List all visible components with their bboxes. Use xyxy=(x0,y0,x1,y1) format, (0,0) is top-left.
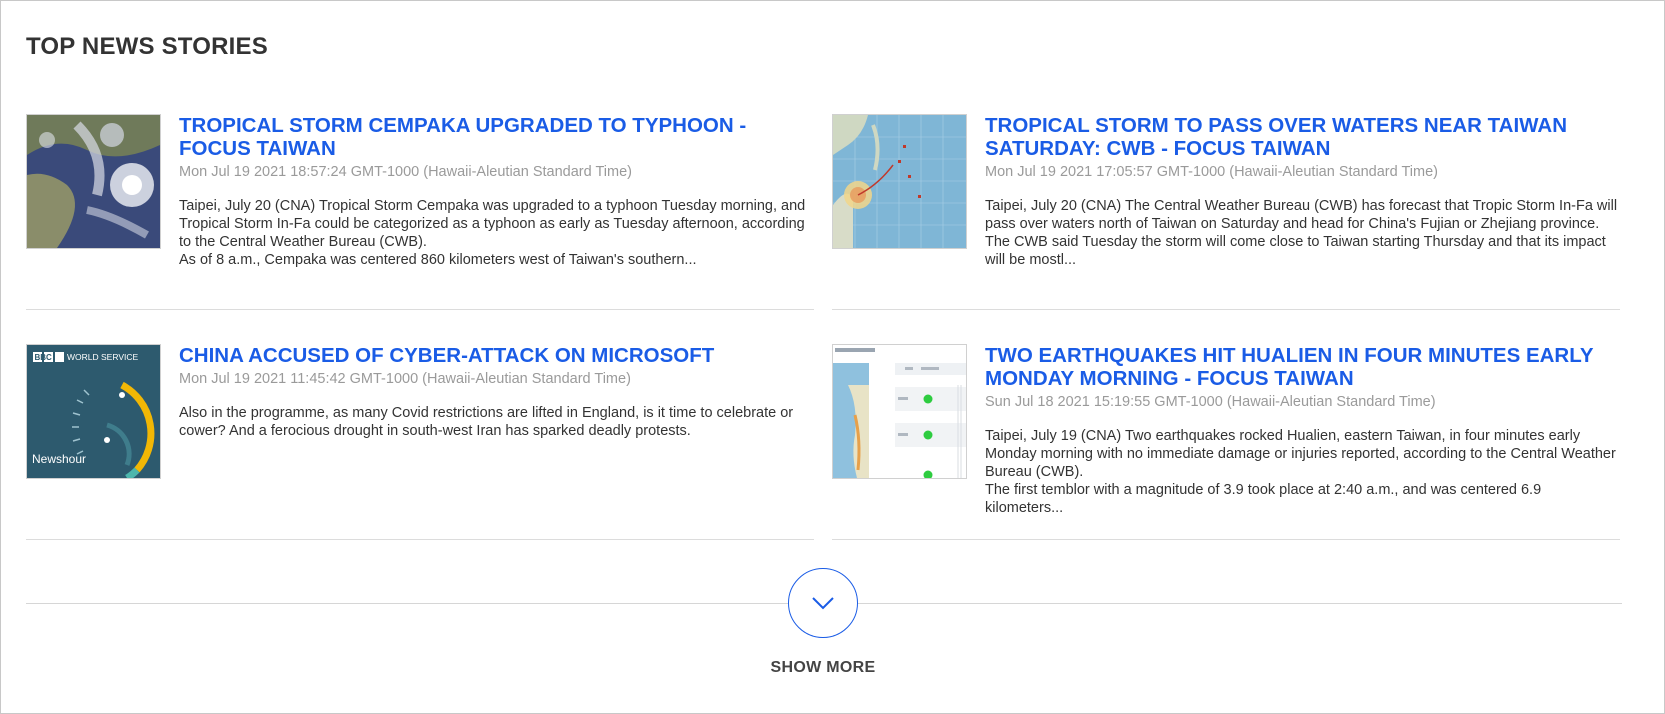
story-date: Sun Jul 18 2021 15:19:55 GMT-1000 (Hawai… xyxy=(985,394,1436,410)
story-card: TROPICAL STORM CEMPAKA UPGRADED TO TYPHO… xyxy=(26,114,814,310)
story-thumbnail-earthquake[interactable] xyxy=(832,344,967,479)
story-card: TWO EARTHQUAKES HIT HUALIEN IN FOUR MINU… xyxy=(832,344,1620,540)
newshour-text: Newshour xyxy=(32,452,86,466)
story-summary: Also in the programme, as many Covid res… xyxy=(179,405,794,439)
story-thumbnail-map[interactable] xyxy=(832,114,967,249)
story-summary: Taipei, July 20 (CNA) Tropical Storm Cem… xyxy=(179,198,806,268)
story-date: Mon Jul 19 2021 18:57:24 GMT-1000 (Hawai… xyxy=(179,164,632,180)
story-title-link[interactable]: TROPICAL STORM CEMPAKA UPGRADED TO TYPHO… xyxy=(179,114,814,160)
story-title-link[interactable]: CHINA ACCUSED OF CYBER-ATTACK ON MICROSO… xyxy=(179,344,814,367)
story-title-link[interactable]: TWO EARTHQUAKES HIT HUALIEN IN FOUR MINU… xyxy=(985,344,1620,390)
show-more-button[interactable] xyxy=(788,568,858,638)
section-title: TOP NEWS STORIES xyxy=(26,33,268,60)
story-body: TWO EARTHQUAKES HIT HUALIEN IN FOUR MINU… xyxy=(985,344,1620,517)
story-body: TROPICAL STORM CEMPAKA UPGRADED TO TYPHO… xyxy=(179,114,814,269)
story-thumbnail-satellite[interactable] xyxy=(26,114,161,249)
story-title-link[interactable]: TROPICAL STORM TO PASS OVER WATERS NEAR … xyxy=(985,114,1620,160)
satellite-image-icon xyxy=(27,115,160,248)
storm-map-icon xyxy=(833,115,966,248)
story-body: TROPICAL STORM TO PASS OVER WATERS NEAR … xyxy=(985,114,1620,269)
bbc-newshour-logo-icon: BBC WORLD SERVICE Newshour xyxy=(27,345,160,478)
show-more-label[interactable]: SHOW MORE xyxy=(723,659,923,677)
story-card: TROPICAL STORM TO PASS OVER WATERS NEAR … xyxy=(832,114,1620,310)
news-widget: TOP NEWS STORIES TROPICAL STORM CEMPAKA xyxy=(0,0,1665,714)
bbc-letter: BBC xyxy=(35,353,53,362)
story-summary: Taipei, July 19 (CNA) Two earthquakes ro… xyxy=(985,428,1616,516)
bbc-service-text: WORLD SERVICE xyxy=(67,352,138,362)
story-date: Mon Jul 19 2021 11:45:42 GMT-1000 (Hawai… xyxy=(179,371,631,387)
story-body: CHINA ACCUSED OF CYBER-ATTACK ON MICROSO… xyxy=(179,344,814,440)
earthquake-map-icon xyxy=(833,345,966,478)
story-summary: Taipei, July 20 (CNA) The Central Weathe… xyxy=(985,198,1618,268)
chevron-down-icon xyxy=(812,597,834,610)
story-card: BBC WORLD SERVICE Newshour CHINA ACCUSED… xyxy=(26,344,814,540)
story-date: Mon Jul 19 2021 17:05:57 GMT-1000 (Hawai… xyxy=(985,164,1438,180)
story-thumbnail-bbc[interactable]: BBC WORLD SERVICE Newshour xyxy=(26,344,161,479)
